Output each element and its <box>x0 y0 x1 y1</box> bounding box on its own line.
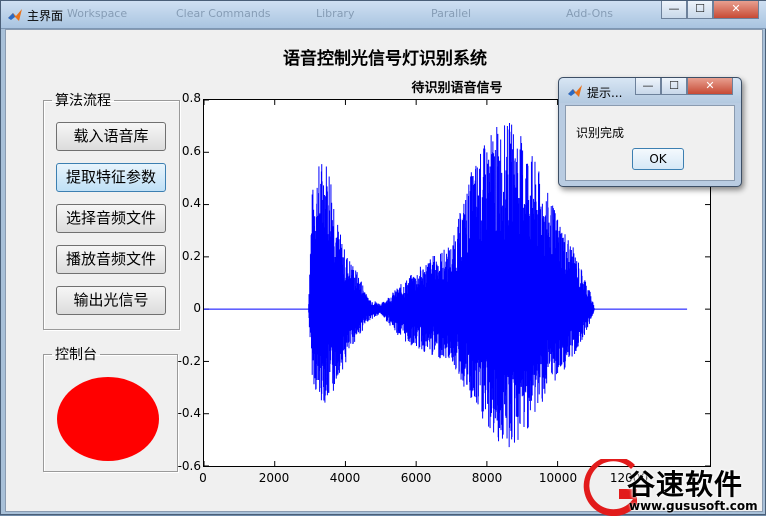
dialog-minimize-button[interactable]: — <box>635 78 661 95</box>
dialog-close-button[interactable]: ✕ <box>687 78 733 95</box>
app-title: 语音控制光信号灯识别系统 <box>283 49 487 69</box>
watermark-url: www.gususoft.com <box>629 499 758 513</box>
y-tick-label: 0.2 <box>181 248 201 263</box>
flow-group-label: 算法流程 <box>55 93 111 109</box>
window-title: 主界面 <box>27 9 64 23</box>
x-tick-label: 6000 <box>400 471 432 485</box>
matlab-logo-icon <box>8 9 22 21</box>
y-tick-label: 0 <box>193 301 201 316</box>
close-button[interactable]: ✕ <box>713 1 759 19</box>
y-tick-label: 0.4 <box>181 196 201 211</box>
minimize-button[interactable]: — <box>661 1 687 19</box>
x-tick-label: 0 <box>199 471 207 485</box>
ghost-tab-workspace: Workspace <box>67 7 128 20</box>
signal-lamp <box>57 377 159 461</box>
dialog-title-bar[interactable]: 提示... — ☐ ✕ <box>559 78 741 103</box>
title-bar[interactable]: 主界面 Workspace Clear Commands Library Par… <box>1 1 766 29</box>
main-window: 主界面 Workspace Clear Commands Library Par… <box>0 0 766 516</box>
y-tick-label: 0.8 <box>181 91 201 105</box>
x-tick-label: 2000 <box>258 471 290 485</box>
dialog-maximize-button[interactable]: ☐ <box>661 78 687 95</box>
y-tick-label: 0.6 <box>181 143 201 158</box>
load-speech-library-button[interactable]: 载入语音库 <box>56 122 166 151</box>
ghost-tab-library: Library <box>316 7 355 20</box>
y-tick-label: -0.4 <box>177 406 201 421</box>
waveform-series <box>308 123 595 448</box>
output-light-signal-button[interactable]: 输出光信号 <box>56 286 166 315</box>
select-audio-file-button[interactable]: 选择音频文件 <box>56 204 166 233</box>
x-tick-label: 8000 <box>471 471 503 485</box>
watermark-name: 谷速软件 <box>627 468 744 501</box>
x-tick-label: 4000 <box>329 471 361 485</box>
watermark: 谷速软件 www.gususoft.com <box>567 459 766 516</box>
extract-features-button[interactable]: 提取特征参数 <box>56 163 166 192</box>
y-tick-label: -0.2 <box>177 353 201 368</box>
play-audio-file-button[interactable]: 播放音频文件 <box>56 245 166 274</box>
ghost-tab-addons: Add-Ons <box>566 7 613 20</box>
message-dialog[interactable]: 提示... — ☐ ✕ 识别完成 OK <box>558 77 742 187</box>
maximize-button[interactable]: ☐ <box>687 1 713 19</box>
matlab-logo-icon <box>568 85 582 97</box>
console-group-label: 控制台 <box>55 347 97 363</box>
dialog-body: 识别完成 OK <box>565 105 735 181</box>
dialog-message: 识别完成 <box>576 126 625 140</box>
ghost-tab-clear: Clear Commands <box>176 7 271 20</box>
ghost-tab-parallel: Parallel <box>431 7 472 20</box>
dialog-title: 提示... <box>587 86 623 100</box>
ok-button[interactable]: OK <box>632 148 684 170</box>
